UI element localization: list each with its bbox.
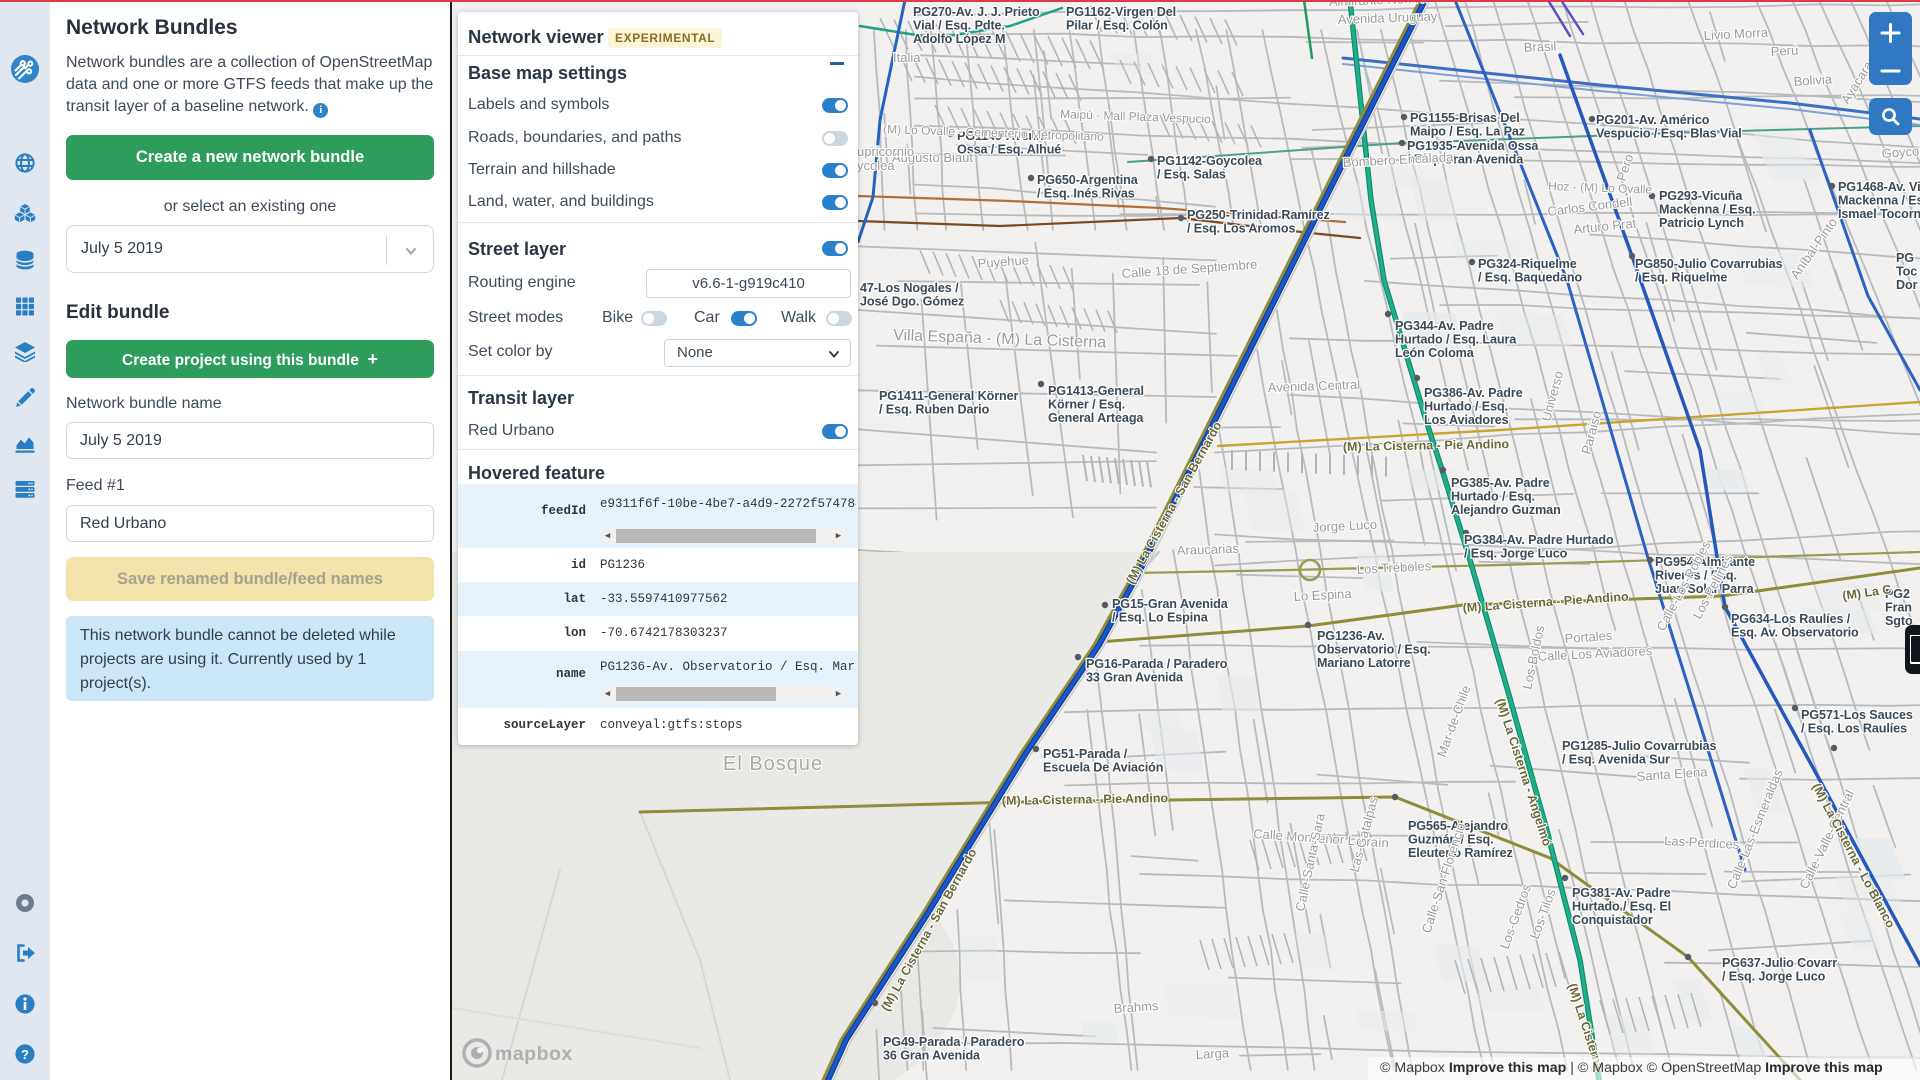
svg-text:PG293-VicuñaMackenna / Esq.Pat: PG293-VicuñaMackenna / Esq.Patricio Lync…	[1659, 189, 1756, 230]
svg-text:PG634-Los Raulíes /Esq. Av. Ob: PG634-Los Raulíes /Esq. Av. Observatorio	[1731, 612, 1859, 640]
svg-text:(M) La Cisterna - Pie Andino: (M) La Cisterna - Pie Andino	[1002, 791, 1169, 808]
svg-text:(M) La Cisterna - Pie Andino: (M) La Cisterna - Pie Andino	[1343, 437, 1510, 454]
svg-text:?: ?	[21, 1047, 29, 1062]
svg-text:Bolivia: Bolivia	[1793, 71, 1833, 89]
svg-text:47-Los Nogales /José Dgo. Góme: 47-Los Nogales /José Dgo. Gómez	[860, 281, 964, 309]
svg-text:PG386-Av. PadreHurtado / Esq.L: PG386-Av. PadreHurtado / Esq.Los Aviador…	[1424, 386, 1523, 427]
svg-text:PG650-Argentina/ Esq. Inés Riv: PG650-Argentina/ Esq. Inés Rivas	[1037, 173, 1139, 201]
svg-text:Goycolea: Goycolea	[1881, 142, 1920, 161]
svg-text:Brasil: Brasil	[1523, 38, 1556, 55]
svg-text:PG637-Julio Covarr/ Esq. Jorge: PG637-Julio Covarr/ Esq. Jorge Luco	[1722, 956, 1837, 984]
svg-text:El Bosque: El Bosque	[723, 753, 823, 775]
svg-text:Italia: Italia	[893, 50, 921, 65]
svg-text:Brahms: Brahms	[1113, 998, 1159, 1016]
svg-text:Perú: Perú	[1770, 43, 1798, 59]
svg-text:PG571-Los Sauces/ Esq. Los Rau: PG571-Los Sauces/ Esq. Los Raulíes	[1801, 708, 1913, 736]
svg-text:Araucarias: Araucarias	[1177, 541, 1240, 558]
svg-text:Lo Espina: Lo Espina	[1293, 586, 1352, 604]
svg-text:ycolea: ycolea	[857, 158, 895, 173]
svg-text:PG324-Riquelme/ Esq. Baquedano: PG324-Riquelme/ Esq. Baquedano	[1478, 257, 1582, 285]
svg-text:PG1468-Av. VicuñMackenna / Esq: PG1468-Av. VicuñMackenna / Esq.Ismael To…	[1838, 180, 1920, 221]
svg-text:upricornio: upricornio	[857, 144, 914, 159]
svg-text:Larga: Larga	[1195, 1045, 1230, 1062]
svg-text:mapbox: mapbox	[495, 1043, 573, 1065]
svg-text:PG1155-Brisas DelMaipo / Esq.: PG1155-Brisas DelMaipo / Esq. La Paz	[1410, 111, 1525, 139]
svg-text:PG1162-Virgen DelPilar / Esq.: PG1162-Virgen DelPilar / Esq. Colón	[1066, 5, 1176, 33]
